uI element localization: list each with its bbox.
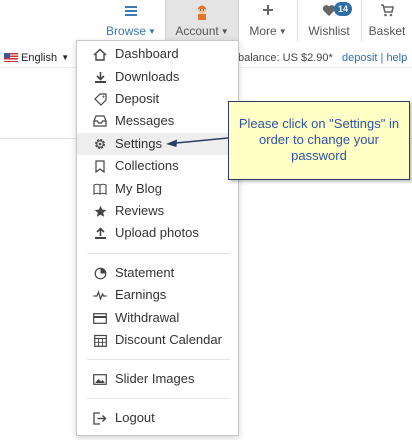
language-label: English — [21, 52, 58, 64]
more-label: More — [249, 24, 277, 38]
menu-item-label: Upload photos — [115, 225, 199, 240]
book-icon — [93, 178, 107, 200]
top-navigation: Browse ▼ Account ▼ More ▼ 14 Wishlist Baske… — [0, 0, 412, 44]
us-flag-icon — [4, 53, 18, 62]
bookmark-icon — [93, 155, 107, 177]
wishlist-count-badge: 14 — [334, 2, 353, 16]
cart-icon — [362, 4, 412, 20]
menu-item-my-blog[interactable]: My Blog — [77, 178, 238, 200]
basket-link[interactable]: Basket — [361, 0, 412, 42]
menu-item-label: Withdrawal — [115, 310, 180, 325]
menu-item-label: Slider Images — [115, 371, 195, 386]
menu-item-messages[interactable]: Messages — [77, 110, 238, 132]
menu-item-statement[interactable]: Statement — [77, 262, 238, 284]
menu-item-slider-images[interactable]: Slider Images — [77, 368, 238, 390]
menu-item-upload-photos[interactable]: Upload photos — [77, 222, 238, 244]
menu-item-withdrawal[interactable]: Withdrawal — [77, 307, 238, 329]
menu-item-label: Messages — [115, 113, 175, 128]
chevron-down-icon: ▼ — [220, 27, 229, 36]
menu-item-label: Reviews — [115, 203, 165, 218]
account-dropdown-menu: Dashboard Downloads Deposit Messages Set… — [76, 40, 239, 436]
star-icon — [93, 200, 107, 222]
balance-text: balance: US $2.90* — [238, 52, 333, 64]
deposit-link[interactable]: deposit — [342, 52, 377, 64]
pulse-icon — [93, 284, 107, 306]
language-selector[interactable]: English ▼ — [4, 52, 69, 64]
home-icon — [93, 43, 107, 65]
menu-item-collections[interactable]: Collections — [77, 155, 238, 177]
wishlist-label: Wishlist — [308, 24, 350, 38]
browse-label: Browse — [106, 24, 147, 38]
account-label: Account — [175, 24, 219, 38]
menu-divider — [87, 253, 230, 254]
link-separator: | — [380, 52, 384, 64]
chevron-down-icon: ▼ — [59, 53, 70, 62]
menu-item-label: Discount Calendar — [115, 332, 222, 347]
account-menu[interactable]: Account ▼ — [165, 0, 239, 42]
menu-item-deposit[interactable]: Deposit — [77, 88, 238, 110]
gear-icon — [93, 133, 107, 155]
menu-item-logout[interactable]: Logout — [77, 407, 238, 429]
menu-item-label: My Blog — [115, 181, 162, 196]
menu-item-label: Downloads — [115, 69, 180, 84]
menu-divider — [87, 398, 230, 399]
menu-item-label: Logout — [115, 410, 155, 425]
chevron-down-icon: ▼ — [148, 27, 156, 36]
basket-label: Basket — [368, 24, 406, 38]
more-menu[interactable]: More ▼ — [240, 0, 296, 42]
chevron-down-icon: ▼ — [278, 27, 287, 36]
menu-item-downloads[interactable]: Downloads — [77, 66, 238, 88]
avatar — [166, 4, 238, 20]
tag-icon — [93, 88, 107, 110]
menu-item-label: Earnings — [115, 287, 167, 302]
credit-card-icon — [93, 307, 107, 329]
inbox-icon — [93, 110, 107, 132]
menu-item-settings[interactable]: Settings — [77, 133, 238, 155]
pie-chart-icon — [93, 262, 107, 284]
menu-item-label: Dashboard — [115, 46, 179, 61]
menu-item-dashboard[interactable]: Dashboard — [77, 43, 238, 65]
browse-icon — [98, 4, 164, 20]
upload-icon — [93, 222, 107, 244]
download-icon — [93, 66, 107, 88]
image-icon — [93, 368, 107, 390]
menu-item-label: Deposit — [115, 91, 160, 106]
logout-icon — [93, 407, 107, 429]
plus-icon — [240, 4, 296, 20]
menu-item-label: Collections — [115, 158, 179, 173]
calendar-icon — [93, 329, 107, 351]
menu-item-discount-calendar[interactable]: Discount Calendar — [77, 329, 238, 351]
wishlist-link[interactable]: 14 Wishlist — [297, 0, 360, 42]
menu-item-earnings[interactable]: Earnings — [77, 284, 238, 306]
account-balance: balance: US $2.90* deposit | help — [238, 52, 407, 64]
browse-menu[interactable]: Browse ▼ — [98, 0, 164, 42]
menu-item-label: Statement — [115, 265, 175, 280]
menu-divider — [87, 359, 230, 360]
menu-item-reviews[interactable]: Reviews — [77, 200, 238, 222]
menu-item-label: Settings — [115, 136, 162, 151]
instruction-callout: Please click on "Settings" in order to c… — [228, 101, 410, 180]
help-link[interactable]: help — [386, 52, 407, 64]
